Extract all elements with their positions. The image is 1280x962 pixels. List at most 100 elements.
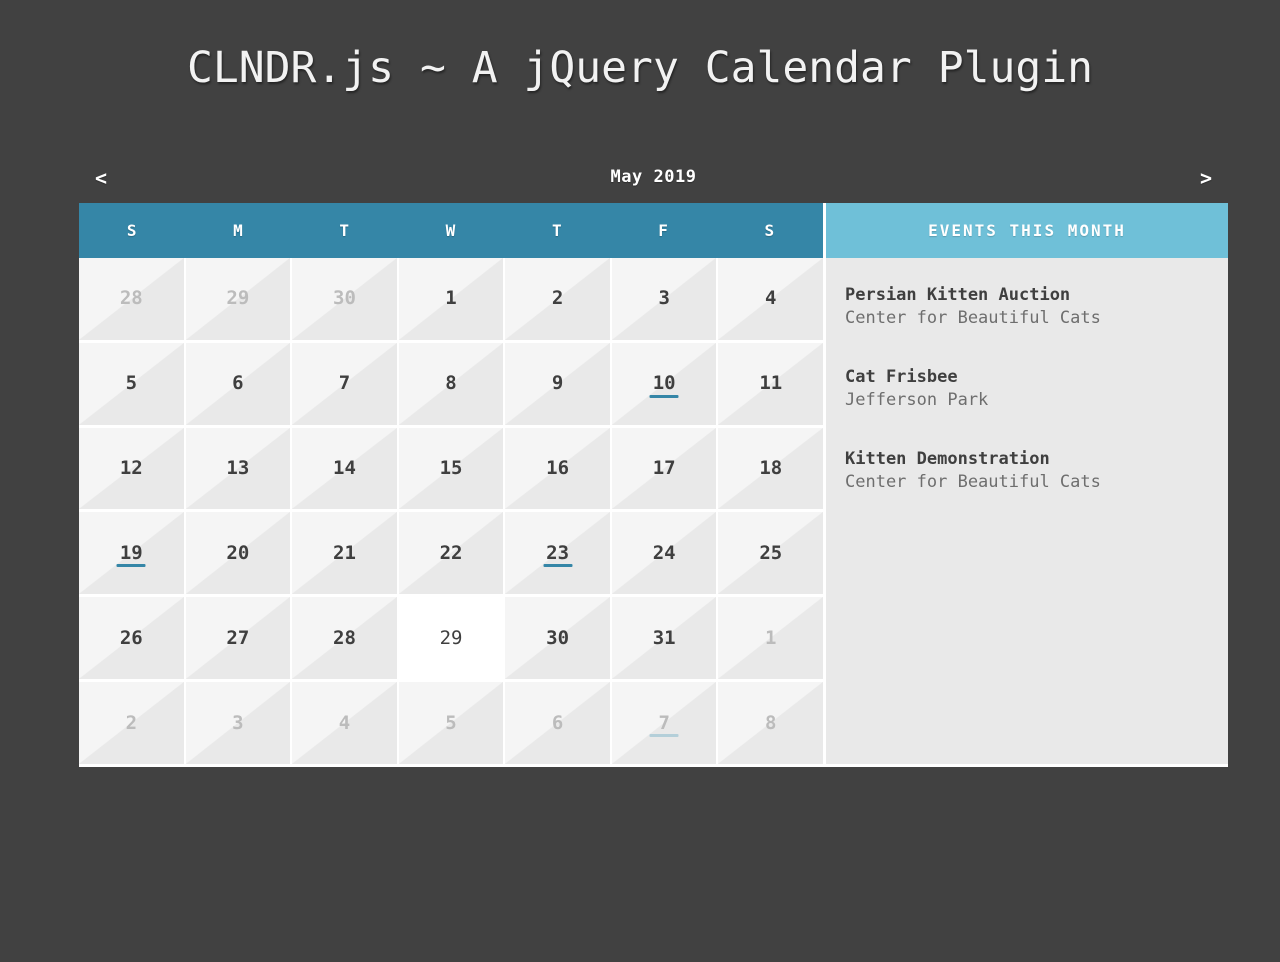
week-row: 19 20 21 22 23 24 25 (79, 512, 824, 598)
event-title: Cat Frisbee (845, 366, 958, 387)
day-cell[interactable]: 12 (79, 427, 186, 510)
day-number: 7 (658, 711, 670, 734)
week-row: 28 29 30 1 2 3 4 (79, 258, 824, 343)
next-month-button[interactable]: > (1184, 168, 1228, 188)
event-indicator-icon (649, 733, 679, 737)
day-number: 7 (338, 372, 351, 395)
event-indicator-icon (116, 564, 146, 568)
day-cell[interactable]: 1 (718, 597, 824, 680)
day-cell[interactable]: 5 (398, 682, 506, 764)
week-row: 2 3 4 5 6 7 8 (79, 682, 824, 764)
day-of-week-header: W (445, 221, 457, 240)
calendar-body: SMTWTFS 28 29 30 1 2 3 4 5 6 7 8 9 10 11 12 13 14 15 16 17 1… (79, 203, 1228, 767)
week-row: 12 13 14 15 16 17 18 (79, 427, 824, 513)
day-number: 2 (125, 711, 138, 734)
day-number: 5 (125, 372, 138, 395)
day-cell[interactable]: 3 (611, 258, 719, 340)
day-number: 29 (226, 287, 250, 310)
event-location: Center for Beautiful Cats (845, 471, 1101, 492)
day-cell[interactable]: 19 (79, 512, 186, 595)
previous-month-button[interactable]: < (79, 168, 123, 188)
day-number: 6 (551, 711, 564, 734)
day-cell[interactable]: 16 (505, 427, 612, 510)
day-cell[interactable]: 2 (505, 258, 612, 340)
day-cell[interactable]: 4 (718, 258, 824, 340)
day-number: 8 (765, 711, 777, 734)
day-cell[interactable]: 28 (79, 258, 186, 340)
day-cell[interactable]: 20 (185, 512, 293, 595)
day-number: 30 (333, 287, 356, 310)
event-list-item[interactable]: Kitten Demonstration Center for Beautiful… (845, 448, 1228, 494)
day-cell[interactable]: 7 (292, 342, 399, 425)
day-cell[interactable]: 22 (398, 512, 506, 595)
day-cell[interactable]: 5 (79, 342, 186, 425)
day-number: 1 (765, 626, 777, 649)
day-number: 9 (551, 372, 564, 395)
day-cell[interactable]: 26 (79, 597, 186, 680)
event-list-item[interactable]: Cat Frisbee Jefferson Park (845, 366, 1228, 412)
day-cell[interactable]: 17 (611, 427, 719, 510)
day-cell[interactable]: 30 (505, 597, 612, 680)
day-cell[interactable]: 1 (398, 258, 506, 340)
week-row: 5 6 7 8 9 10 11 (79, 342, 824, 428)
calendar-controls: < May 2019 > (79, 152, 1228, 203)
day-cell[interactable]: 15 (398, 427, 506, 510)
calendar-grid: SMTWTFS 28 29 30 1 2 3 4 5 6 7 8 9 10 11 12 13 14 15 16 17 1… (79, 203, 824, 764)
day-cell[interactable]: 8 (398, 342, 506, 425)
day-cell[interactable]: 31 (611, 597, 719, 680)
page-title: CLNDR.js ~ A jQuery Calendar Plugin (186, 43, 1094, 93)
day-cell[interactable]: 23 (505, 512, 612, 595)
day-number: 29 (439, 626, 463, 649)
day-cell[interactable]: 3 (185, 682, 293, 764)
day-number: 5 (445, 711, 457, 734)
day-number: 14 (333, 457, 356, 480)
day-of-week-header: T (339, 221, 351, 240)
day-cell[interactable]: 8 (718, 682, 824, 764)
event-list-item[interactable]: Persian Kitten Auction Center for Beautif… (845, 284, 1228, 330)
day-cell[interactable]: 10 (611, 342, 719, 425)
day-cell[interactable]: 25 (718, 512, 824, 595)
day-number: 17 (652, 457, 676, 480)
day-number: 11 (759, 372, 783, 395)
day-of-week-header: T (551, 221, 563, 240)
day-cell[interactable]: 11 (718, 342, 824, 425)
week-row: 26 27 28 29 30 31 1 (79, 597, 824, 683)
day-cell[interactable]: 6 (185, 342, 293, 425)
day-number: 22 (439, 541, 463, 564)
day-cell[interactable]: 21 (292, 512, 399, 595)
day-number: 28 (119, 287, 143, 310)
day-number: 20 (226, 541, 250, 564)
day-number: 26 (119, 626, 143, 649)
day-of-week-header: M (233, 221, 244, 240)
day-cell[interactable]: 27 (185, 597, 293, 680)
day-cell[interactable]: 13 (185, 427, 293, 510)
day-number: 24 (652, 541, 676, 564)
day-cell[interactable]: 18 (718, 427, 824, 510)
day-cell[interactable]: 30 (292, 258, 399, 340)
day-cell[interactable]: 29 (185, 258, 293, 340)
day-number: 18 (759, 457, 783, 480)
day-number: 31 (652, 626, 676, 649)
day-cell[interactable]: 4 (292, 682, 399, 764)
day-number: 28 (333, 626, 356, 649)
day-number: 23 (546, 541, 570, 564)
day-cell[interactable]: 14 (292, 427, 399, 510)
day-number: 30 (546, 626, 570, 649)
clndr-calendar: < May 2019 > SMTWTFS 28 29 30 1 2 3 4 5 6 7 8 9 10 11… (79, 152, 1228, 767)
day-number: 15 (439, 457, 463, 480)
day-number: 19 (119, 541, 143, 564)
day-number: 10 (652, 372, 676, 395)
month-title: May 2019 (610, 167, 697, 187)
day-number: 2 (551, 287, 564, 310)
day-cell[interactable]: 6 (505, 682, 612, 764)
day-cell[interactable]: 9 (505, 342, 612, 425)
event-indicator-icon (649, 394, 679, 398)
event-location: Center for Beautiful Cats (845, 307, 1101, 328)
day-cell[interactable]: 7 (611, 682, 719, 764)
day-cell[interactable]: 28 (292, 597, 399, 680)
day-cell[interactable]: 24 (611, 512, 719, 595)
day-cell-today[interactable]: 29 (398, 597, 506, 680)
events-panel-header: EVENTS THIS MONTH (826, 203, 1228, 258)
day-number: 1 (445, 287, 457, 310)
day-cell[interactable]: 2 (79, 682, 186, 764)
